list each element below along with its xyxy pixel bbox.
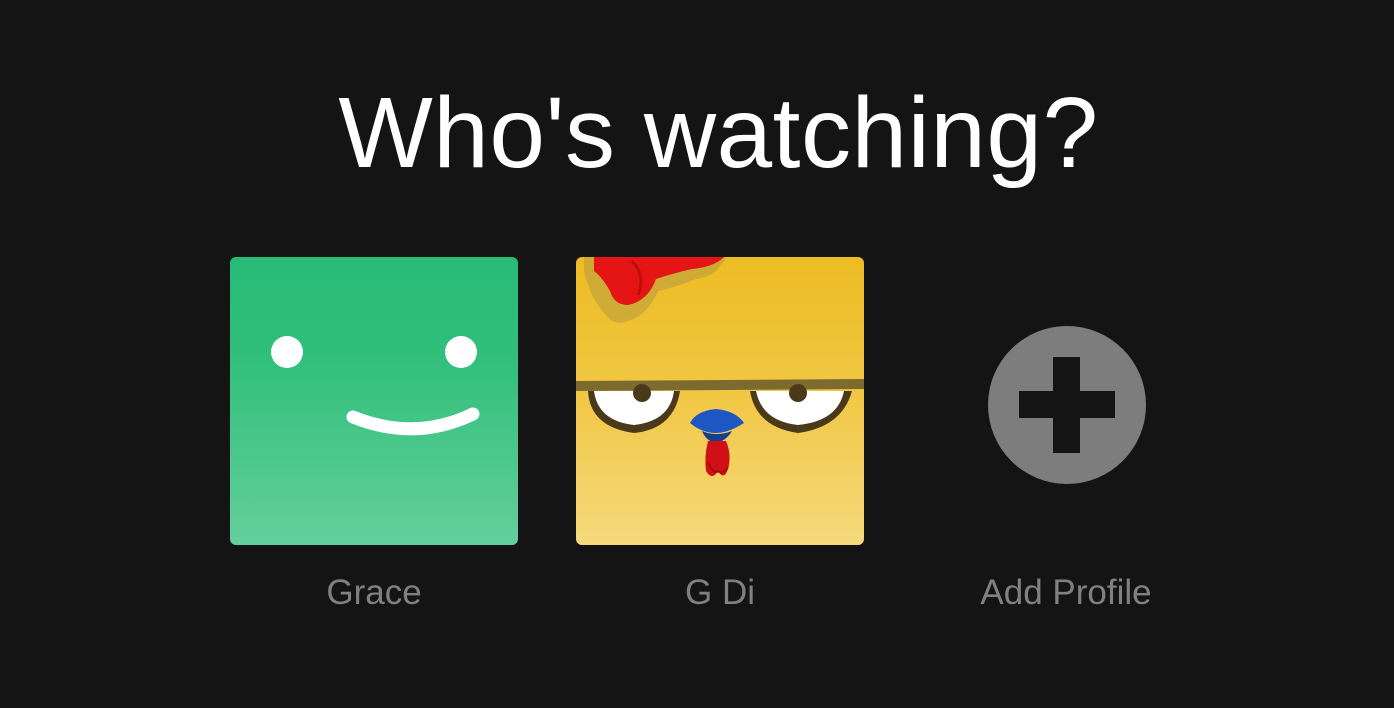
profile-selection-screen: Who's watching? Grace G Di Add Profile [0,0,1394,708]
add-profile-label[interactable]: Add Profile [922,573,1210,613]
plus-horizontal-bar [1018,391,1115,418]
plus-circle-icon[interactable] [987,326,1146,484]
profile-avatar-g-di[interactable] [576,257,864,545]
profile-name-grace[interactable]: Grace [230,573,518,613]
profile-g-di[interactable]: G Di [576,257,864,613]
chicken-face-icon [576,257,864,545]
profile-name-g-di[interactable]: G Di [576,573,864,613]
add-profile-button[interactable]: Add Profile [922,257,1210,613]
profile-avatar-grace[interactable] [230,257,518,545]
profile-grace[interactable]: Grace [230,257,518,613]
add-profile-avatar[interactable] [922,257,1210,545]
page-title: Who's watching? [338,77,1099,189]
smiley-face-icon [230,257,518,545]
